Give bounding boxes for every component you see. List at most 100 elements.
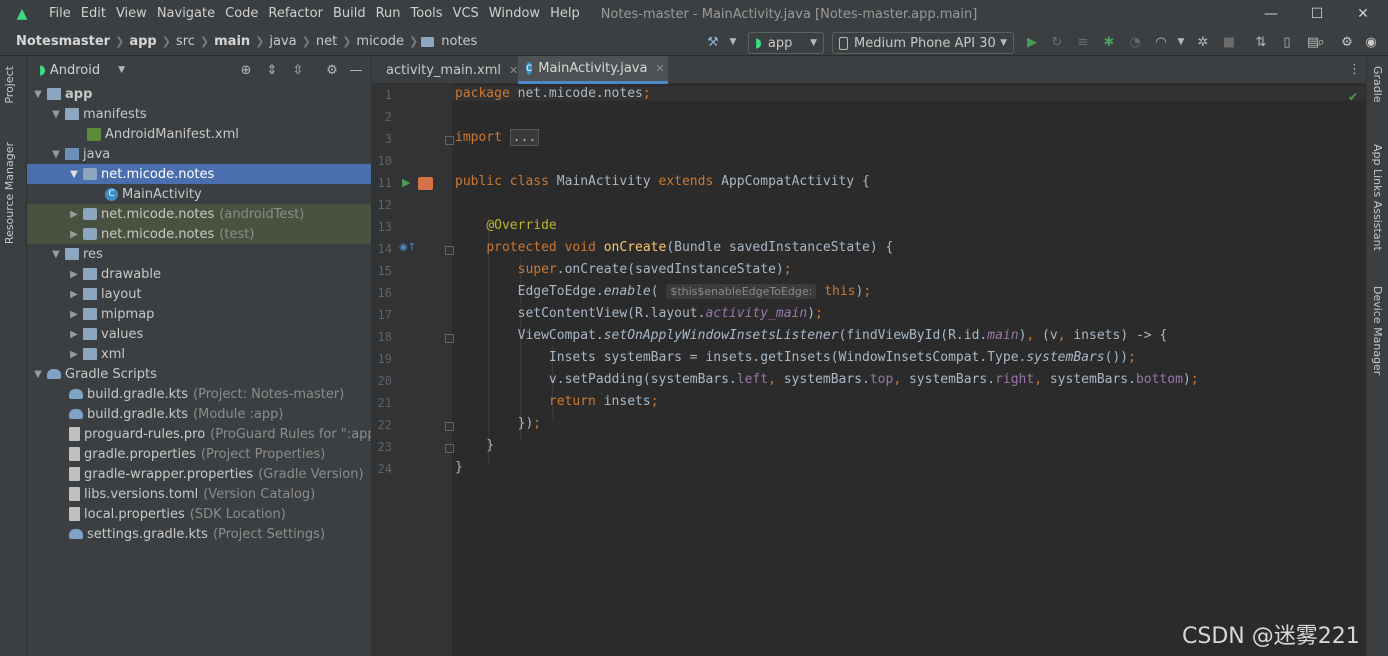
- breadcrumb-java[interactable]: java: [267, 34, 298, 49]
- chevron-down-icon[interactable]: ▼: [118, 65, 125, 75]
- menu-vcs[interactable]: VCS: [448, 0, 484, 28]
- hide-panel-icon[interactable]: —: [347, 61, 365, 79]
- gear-icon[interactable]: ⚙: [323, 61, 341, 79]
- run-icon[interactable]: ▶: [1023, 33, 1041, 51]
- breadcrumb-notes[interactable]: notes: [439, 34, 479, 49]
- minimize-button[interactable]: —: [1248, 0, 1294, 28]
- account-icon[interactable]: ◉: [1362, 33, 1380, 51]
- chevron-down-icon[interactable]: ▼: [49, 109, 63, 120]
- gradle-tool-tab[interactable]: Gradle: [1371, 66, 1384, 103]
- tab-mainactivity-java[interactable]: C MainActivity.java ✕: [518, 56, 668, 84]
- tree-item-package-main[interactable]: ▼ net.micode.notes: [27, 164, 371, 184]
- close-icon[interactable]: ✕: [655, 62, 664, 75]
- breadcrumb-main[interactable]: main: [212, 34, 252, 49]
- module-selector[interactable]: ◗ app ▼: [748, 32, 824, 54]
- project-view-selector[interactable]: Android: [50, 63, 100, 78]
- device-manager-tool-tab[interactable]: Device Manager: [1371, 286, 1384, 375]
- menu-view[interactable]: View: [111, 0, 152, 28]
- menu-help[interactable]: Help: [545, 0, 585, 28]
- more-options-icon[interactable]: ⋮: [1348, 62, 1361, 77]
- tree-item-androidmanifest[interactable]: AndroidManifest.xml: [27, 124, 371, 144]
- no-problems-check-icon[interactable]: ✔: [1348, 90, 1358, 104]
- breadcrumb-app[interactable]: app: [127, 34, 158, 49]
- chevron-down-icon[interactable]: ▼: [724, 33, 742, 51]
- debug-icon[interactable]: ✱: [1100, 33, 1118, 51]
- chevron-right-icon[interactable]: ▶: [67, 229, 81, 240]
- resource-manager-tool-tab[interactable]: Resource Manager: [3, 142, 16, 244]
- breadcrumb-project[interactable]: Notesmaster: [14, 34, 112, 49]
- coverage-icon[interactable]: ◔: [1126, 33, 1144, 51]
- menu-navigate[interactable]: Navigate: [152, 0, 220, 28]
- tree-item-build-gradle-project[interactable]: build.gradle.kts (Project: Notes-master): [27, 384, 371, 404]
- tree-item-xml[interactable]: ▶ xml: [27, 344, 371, 364]
- chevron-right-icon[interactable]: ▶: [67, 309, 81, 320]
- chevron-right-icon[interactable]: ▶: [67, 329, 81, 340]
- stop-icon[interactable]: ■: [1220, 33, 1238, 51]
- tree-item-res[interactable]: ▼ res: [27, 244, 371, 264]
- maximize-button[interactable]: ☐: [1294, 0, 1340, 28]
- tree-item-package-androidtest[interactable]: ▶ net.micode.notes (androidTest): [27, 204, 371, 224]
- tree-item-manifests[interactable]: ▼ manifests: [27, 104, 371, 124]
- project-tool-tab[interactable]: Project: [3, 66, 16, 104]
- tree-item-mainactivity[interactable]: C MainActivity: [27, 184, 371, 204]
- menu-file[interactable]: File: [44, 0, 76, 28]
- profile-icon[interactable]: ◠: [1152, 33, 1170, 51]
- tree-item-drawable[interactable]: ▶ drawable: [27, 264, 371, 284]
- sync-gradle-icon[interactable]: ⇅: [1252, 33, 1270, 51]
- menu-refactor[interactable]: Refactor: [263, 0, 328, 28]
- menu-run[interactable]: Run: [371, 0, 406, 28]
- collapse-all-icon[interactable]: ⇳: [289, 61, 307, 79]
- run-gutter-icon[interactable]: ▶: [402, 176, 410, 189]
- apply-changes-icon[interactable]: ≡: [1074, 33, 1092, 51]
- chevron-down-icon[interactable]: ▼: [49, 149, 63, 160]
- search-icon[interactable]: ⌕: [1312, 33, 1330, 51]
- tree-item-java[interactable]: ▼ java: [27, 144, 371, 164]
- hammer-icon[interactable]: ⚒: [704, 33, 722, 51]
- breadcrumb-micode[interactable]: micode: [354, 34, 406, 49]
- chevron-down-icon[interactable]: ▼: [31, 89, 45, 100]
- chevron-down-icon[interactable]: ▼: [67, 169, 81, 180]
- locate-icon[interactable]: ⊕: [237, 61, 255, 79]
- tree-item-values[interactable]: ▶ values: [27, 324, 371, 344]
- rerun-icon[interactable]: ↻: [1048, 33, 1066, 51]
- tree-item-gradle-wrapper-properties[interactable]: gradle-wrapper.properties (Gradle Versio…: [27, 464, 371, 484]
- tree-item-app[interactable]: ▼ app: [27, 84, 371, 104]
- gear-icon[interactable]: ⚙: [1338, 33, 1356, 51]
- tree-item-libs-versions[interactable]: libs.versions.toml (Version Catalog): [27, 484, 371, 504]
- close-button[interactable]: ✕: [1340, 0, 1386, 28]
- chevron-down-icon[interactable]: ▼: [49, 249, 63, 260]
- chevron-right-icon[interactable]: ▶: [67, 349, 81, 360]
- close-icon[interactable]: ✕: [509, 64, 518, 77]
- tree-item-settings-gradle[interactable]: settings.gradle.kts (Project Settings): [27, 524, 371, 544]
- line-number: 17: [377, 308, 392, 322]
- tree-item-mipmap[interactable]: ▶ mipmap: [27, 304, 371, 324]
- tree-item-build-gradle-module[interactable]: build.gradle.kts (Module :app): [27, 404, 371, 424]
- tree-item-layout[interactable]: ▶ layout: [27, 284, 371, 304]
- menu-edit[interactable]: Edit: [76, 0, 111, 28]
- device-manager-icon[interactable]: ▯: [1278, 33, 1296, 51]
- menu-code[interactable]: Code: [220, 0, 263, 28]
- chevron-right-icon[interactable]: ▶: [67, 269, 81, 280]
- device-selector[interactable]: Medium Phone API 30 ▼: [832, 32, 1014, 54]
- tree-item-local-properties[interactable]: local.properties (SDK Location): [27, 504, 371, 524]
- breadcrumb-src[interactable]: src: [174, 34, 197, 49]
- menu-build[interactable]: Build: [328, 0, 371, 28]
- app-links-assistant-tool-tab[interactable]: App Links Assistant: [1371, 144, 1384, 251]
- chevron-down-icon[interactable]: ▼: [1172, 33, 1190, 51]
- menu-window[interactable]: Window: [484, 0, 545, 28]
- code-area[interactable]: package net.micode.notes; import ... pub…: [452, 84, 1367, 656]
- tree-item-package-test[interactable]: ▶ net.micode.notes (test): [27, 224, 371, 244]
- chevron-right-icon[interactable]: ▶: [67, 289, 81, 300]
- attach-debugger-icon[interactable]: ✲: [1194, 33, 1212, 51]
- tab-activity-main-xml[interactable]: activity_main.xml ✕: [372, 56, 518, 84]
- related-xml-icon[interactable]: [418, 177, 433, 190]
- breadcrumb-net[interactable]: net: [314, 34, 339, 49]
- expand-all-icon[interactable]: ⇕: [263, 61, 281, 79]
- menu-tools[interactable]: Tools: [406, 0, 448, 28]
- chevron-down-icon[interactable]: ▼: [31, 369, 45, 380]
- override-method-icon[interactable]: ◉↑: [399, 242, 416, 253]
- chevron-right-icon[interactable]: ▶: [67, 209, 81, 220]
- tree-item-proguard-rules[interactable]: proguard-rules.pro (ProGuard Rules for "…: [27, 424, 387, 444]
- tree-item-gradle-properties[interactable]: gradle.properties (Project Properties): [27, 444, 371, 464]
- tree-item-gradle-scripts[interactable]: ▼ Gradle Scripts: [27, 364, 371, 384]
